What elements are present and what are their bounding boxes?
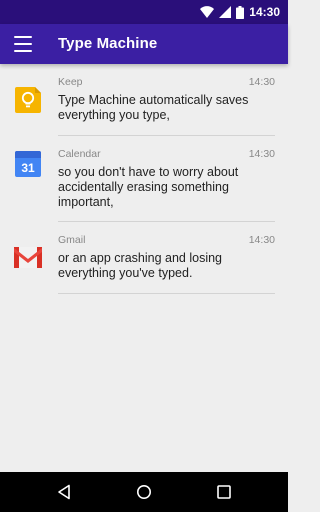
item-time: 14:30: [248, 148, 275, 160]
gmail-icon: [14, 247, 42, 268]
keep-icon: [15, 87, 41, 113]
status-bar: 14:30: [0, 0, 288, 24]
list-item-calendar[interactable]: 31 Calendar 14:30 so you don't have to w…: [0, 136, 288, 222]
notification-list: Keep 14:30 Type Machine automatically sa…: [0, 64, 288, 294]
recents-icon[interactable]: [216, 484, 232, 500]
wifi-icon: [200, 6, 215, 18]
item-app-name: Keep: [58, 76, 83, 88]
item-text: so you don't have to worry about acciden…: [58, 165, 239, 209]
item-app-name: Gmail: [58, 234, 86, 246]
list-item-body: Keep 14:30 Type Machine automatically sa…: [58, 64, 275, 136]
item-time: 14:30: [248, 76, 275, 88]
navigation-bar: [0, 472, 288, 512]
item-time: 14:30: [248, 234, 275, 246]
back-icon[interactable]: [57, 484, 73, 500]
status-time: 14:30: [249, 5, 280, 19]
battery-icon: [236, 5, 245, 19]
list-item-body: Calendar 14:30 so you don't have to worr…: [58, 136, 275, 222]
item-text: Type Machine automatically saves everyth…: [58, 93, 249, 122]
list-item-body: Gmail 14:30 or an app crashing and losin…: [58, 222, 275, 294]
status-icons: 14:30: [200, 4, 280, 20]
list-item-keep[interactable]: Keep 14:30 Type Machine automatically sa…: [0, 64, 288, 136]
app-title: Type Machine: [58, 35, 158, 52]
home-icon[interactable]: [136, 484, 152, 500]
item-text: or an app crashing and losing everything…: [58, 251, 223, 280]
item-app-name: Calendar: [58, 148, 101, 160]
list-item-gmail[interactable]: Gmail 14:30 or an app crashing and losin…: [0, 222, 288, 294]
signal-icon: [219, 6, 232, 18]
menu-icon[interactable]: [14, 36, 32, 52]
calendar-day: 31: [21, 161, 35, 175]
calendar-icon: 31: [15, 151, 41, 177]
app-bar: Type Machine: [0, 24, 288, 64]
